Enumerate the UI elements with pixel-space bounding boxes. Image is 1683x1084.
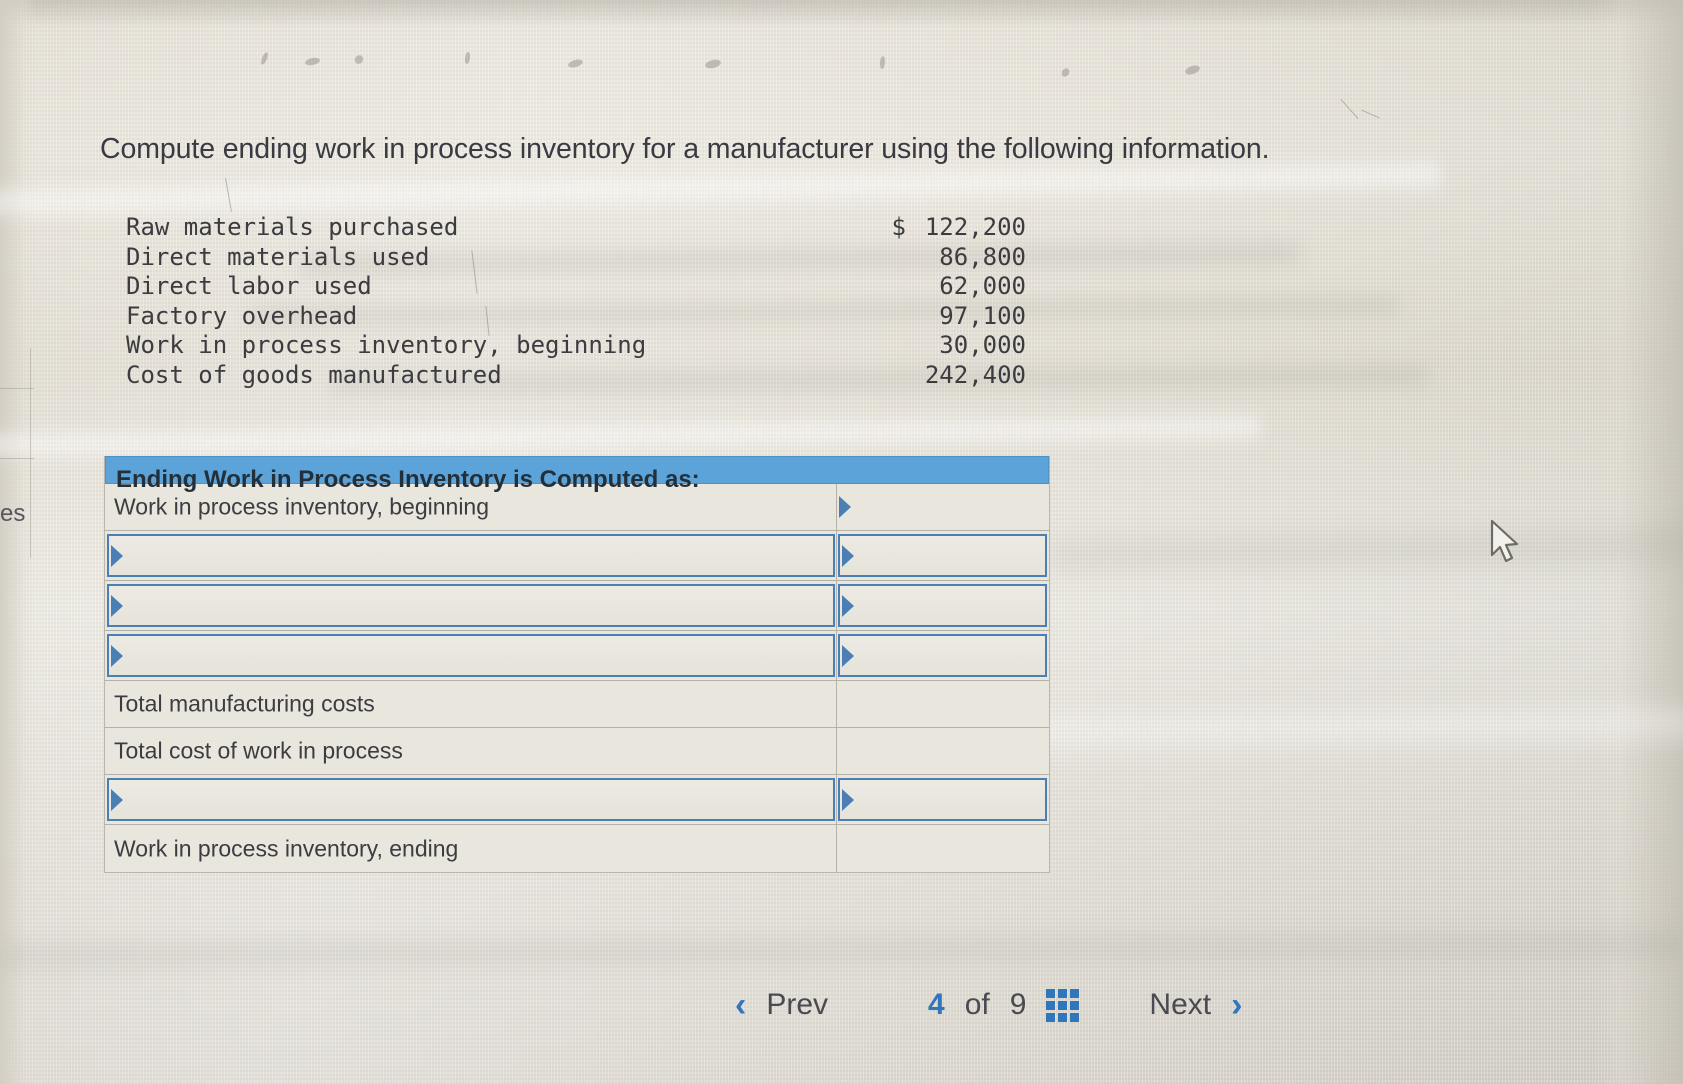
- given-value: 62,000: [939, 272, 1026, 300]
- worksheet-label-cell: Total cost of work in process: [105, 728, 837, 774]
- table-row: Work in process inventory, beginning: [105, 484, 1049, 531]
- given-label: Work in process inventory, beginning: [126, 331, 647, 359]
- worksheet-value-dropdown[interactable]: [837, 581, 1049, 630]
- table-row: Total cost of work in process: [105, 728, 1049, 775]
- clipped-left-label: es: [0, 500, 26, 527]
- worksheet-value-dropdown[interactable]: [837, 531, 1049, 580]
- given-label: Factory overhead: [126, 301, 358, 330]
- given-value: 30,000: [939, 331, 1026, 359]
- given-row: Factory overhead 97,100: [126, 302, 1026, 332]
- dropdown-box[interactable]: [107, 778, 835, 821]
- current-page-number: 4: [928, 988, 945, 1021]
- dropdown-arrow-icon: [111, 788, 123, 811]
- given-row: Direct labor used 62,000: [126, 272, 1026, 302]
- given-label: Direct labor used: [126, 272, 372, 300]
- worksheet-header: Ending Work in Process Inventory is Comp…: [105, 456, 1049, 493]
- worksheet-label-dropdown[interactable]: [105, 531, 837, 580]
- dropdown-arrow-icon: [842, 594, 854, 617]
- worksheet-label-cell: Work in process inventory, beginning: [105, 484, 837, 530]
- pagination-nav: ‹ Prev 4 of 9 Next ›: [735, 975, 1355, 1035]
- dropdown-arrow-icon: [842, 788, 854, 811]
- next-chevron-icon[interactable]: ›: [1231, 988, 1242, 1022]
- given-row: Cost of goods manufactured 242,400: [126, 361, 1026, 391]
- worksheet-value-cell: [837, 825, 1049, 872]
- worksheet-value-cell: [837, 681, 1049, 727]
- prev-chevron-icon[interactable]: ‹: [735, 988, 746, 1022]
- given-currency-symbol: $: [891, 213, 906, 241]
- dropdown-box[interactable]: [107, 534, 835, 577]
- worksheet-value-dropdown[interactable]: [837, 631, 1049, 680]
- given-label: Raw materials purchased: [126, 213, 459, 241]
- worksheet-value-dropdown[interactable]: [837, 484, 1049, 530]
- grid-view-icon[interactable]: [1046, 988, 1080, 1022]
- dropdown-arrow-icon: [842, 544, 854, 567]
- worksheet-value-dropdown[interactable]: [837, 775, 1049, 824]
- given-row: Work in process inventory, beginning 30,…: [126, 331, 1026, 361]
- mouse-cursor-icon: [1490, 519, 1519, 563]
- given-row: Raw materials purchased $ 122,200: [126, 213, 1026, 243]
- worksheet-label-dropdown[interactable]: [105, 631, 837, 680]
- table-row: [105, 775, 1049, 825]
- worksheet-label-cell: Work in process inventory, ending: [105, 825, 837, 872]
- worksheet-label-cell: Total manufacturing costs: [105, 681, 837, 727]
- table-row: Total manufacturing costs: [105, 681, 1049, 728]
- given-information-table: Raw materials purchased $ 122,200 Direct…: [126, 213, 1026, 390]
- dropdown-arrow-icon: [111, 594, 123, 617]
- given-value: 122,200: [924, 213, 1026, 241]
- table-row: [105, 581, 1049, 631]
- worksheet-value-cell: [837, 728, 1049, 774]
- given-value: 97,100: [939, 301, 1026, 330]
- dropdown-box[interactable]: [838, 534, 1047, 577]
- dropdown-box[interactable]: [838, 584, 1047, 627]
- worksheet-label-text: Total cost of work in process: [114, 737, 403, 764]
- question-prompt: Compute ending work in process inventory…: [100, 133, 1270, 165]
- worksheet-label-text: Work in process inventory, beginning: [114, 493, 490, 520]
- dropdown-box[interactable]: [107, 634, 835, 677]
- dropdown-arrow-icon: [842, 644, 854, 667]
- worksheet-label-dropdown[interactable]: [105, 775, 837, 824]
- table-row: [105, 531, 1049, 581]
- dropdown-box[interactable]: [838, 634, 1047, 677]
- dropdown-arrow-icon: [839, 496, 851, 518]
- answer-worksheet-table: Ending Work in Process Inventory is Comp…: [104, 456, 1050, 873]
- worksheet-label-dropdown[interactable]: [105, 581, 837, 630]
- dropdown-box[interactable]: [107, 584, 835, 627]
- dropdown-arrow-icon: [111, 544, 123, 567]
- worksheet-label-text: Total manufacturing costs: [114, 690, 375, 717]
- given-value: 86,800: [939, 242, 1026, 271]
- dropdown-arrow-icon: [111, 644, 123, 667]
- given-row: Direct materials used 86,800: [126, 243, 1026, 273]
- page-of-label: of: [964, 988, 990, 1021]
- next-button[interactable]: Next: [1149, 988, 1211, 1022]
- total-page-count: 9: [1009, 988, 1027, 1021]
- dropdown-box[interactable]: [838, 778, 1047, 821]
- table-row: Work in process inventory, ending: [105, 825, 1049, 872]
- given-label: Cost of goods manufactured: [126, 360, 502, 389]
- given-value: 242,400: [924, 360, 1026, 389]
- table-row: [105, 631, 1049, 681]
- given-label: Direct materials used: [126, 242, 430, 271]
- prev-button[interactable]: Prev: [766, 988, 828, 1022]
- worksheet-label-text: Work in process inventory, ending: [114, 835, 459, 861]
